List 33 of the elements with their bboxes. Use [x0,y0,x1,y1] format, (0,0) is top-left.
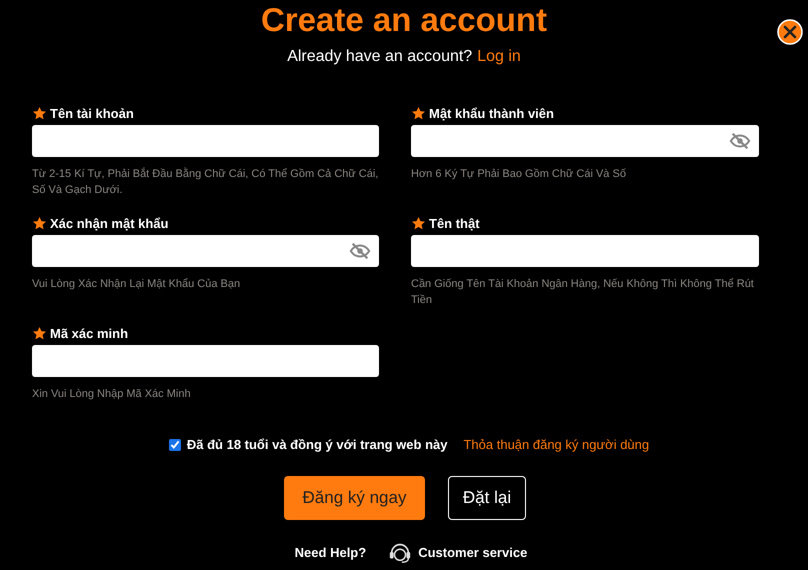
close-button[interactable] [776,18,804,46]
star-icon [411,106,426,120]
agreement-link[interactable]: Thỏa thuận đăng ký người dùng [463,437,650,452]
input-field[interactable] [32,345,379,377]
field-hint: Từ 2-15 Kí Tự, Phải Bắt Đầu Bằng Chữ Cái, Có Thể Gồm Cả Chữ Cái, Số Và Gạch Dưới. [32,166,379,198]
help-text: Need Help? [294,544,366,560]
field-hint: Hơn 6 Ký Tự Phải Bao Gồm Chữ Cái Và Số [411,167,627,182]
agreement-text: Đã đủ 18 tuổi và đồng ý với trang web này [186,437,448,452]
star-icon [32,106,47,120]
agreement-checkbox[interactable] [168,438,181,450]
hidden-eye-icon[interactable] [349,240,371,262]
star-icon [411,216,426,230]
hidden-eye-icon[interactable] [729,130,751,152]
register-button[interactable]: Đăng ký ngay [284,476,425,520]
input-field[interactable] [411,125,759,157]
field-label: Xác nhận mật khẩu [50,216,168,230]
customer-service-link[interactable]: Customer service [418,544,528,560]
input-field[interactable] [411,235,759,267]
field-hint: Vui Lòng Xác Nhận Lại Mật Khẩu Của Bạn [32,277,242,292]
login-prompt: Already have an account? [287,48,472,66]
star-icon [32,216,47,230]
input-field[interactable] [32,125,379,157]
page-title: Create an account [260,0,548,40]
field-hint: Xin Vui Lòng Nhập Mã Xác Minh [32,387,192,402]
field-label: Tên tài khoản [50,106,134,120]
field-label: Mã xác minh [50,326,128,340]
star-icon [32,326,47,340]
reset-button[interactable]: Đặt lại [448,476,526,520]
field-label: Tên thật [429,216,480,230]
field-label: Mật khẩu thành viên [429,106,554,120]
field-hint: Cần Giống Tên Tài Khoản Ngân Hàng, Nếu Không Thì Không Thể Rút Tiền [411,277,755,308]
login-link[interactable]: Log in [477,48,521,66]
input-field[interactable] [32,235,379,267]
